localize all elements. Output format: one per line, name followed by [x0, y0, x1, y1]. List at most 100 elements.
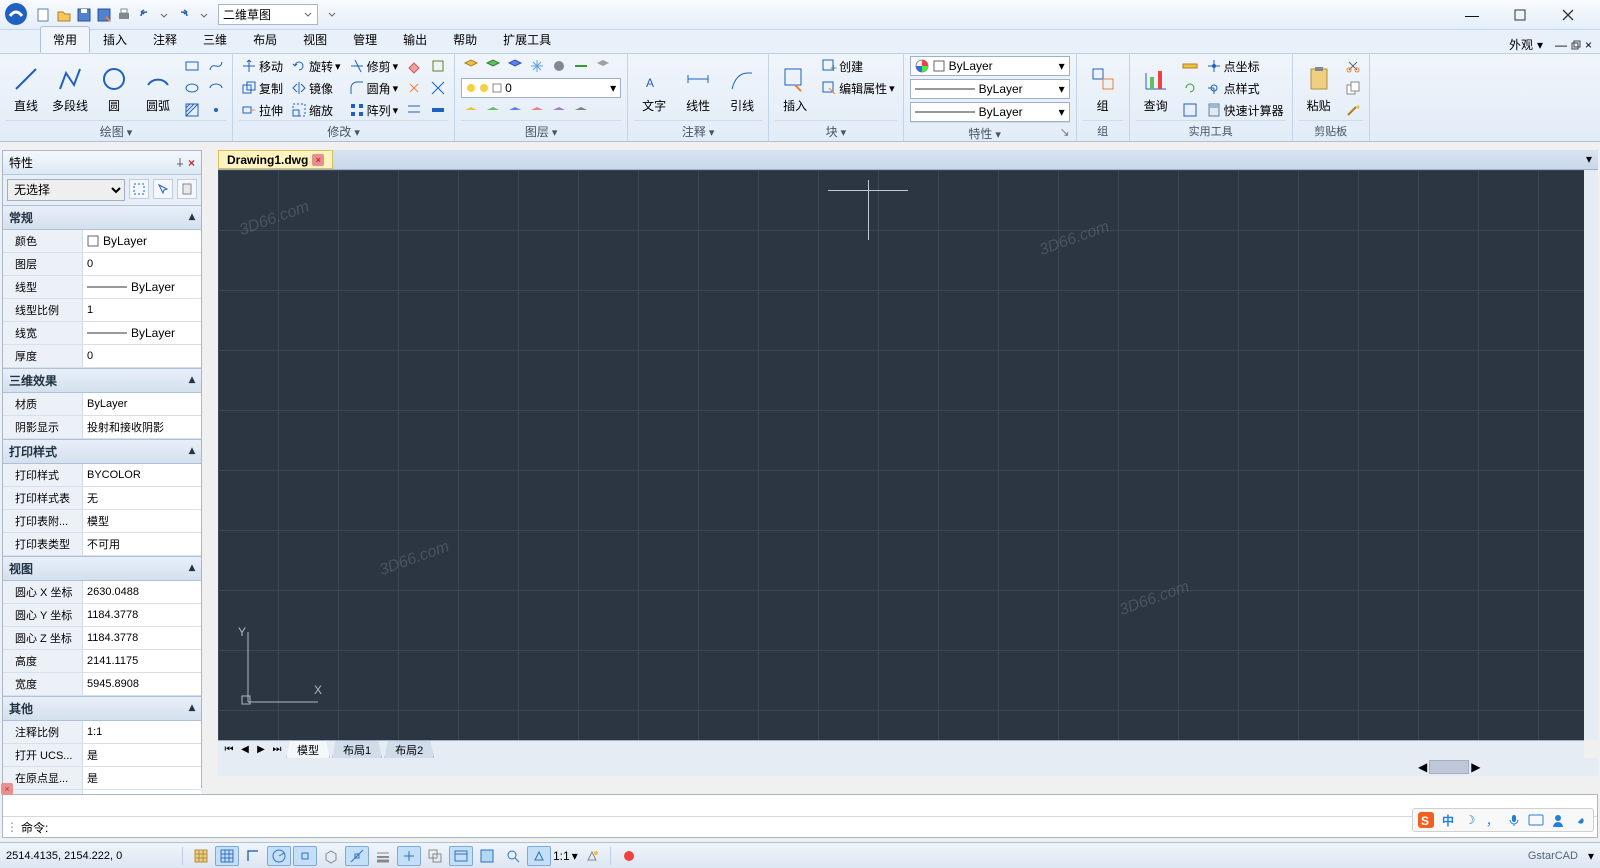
select-objects-icon[interactable]: [153, 179, 173, 199]
mirror-button[interactable]: 镜像: [289, 78, 343, 98]
move-button[interactable]: 移动: [239, 56, 285, 76]
layer-iso-button[interactable]: [505, 56, 525, 76]
tab-layout[interactable]: 布局: [240, 26, 290, 53]
print-icon[interactable]: [115, 6, 133, 24]
drawing-canvas[interactable]: Y X 3D66.com 3D66.com 3D66.com 3D66.com: [218, 170, 1584, 740]
open-icon[interactable]: [55, 6, 73, 24]
section-3d[interactable]: 三维效果▴: [3, 368, 201, 393]
tab-help[interactable]: 帮助: [440, 26, 490, 53]
offset-button[interactable]: [404, 100, 424, 120]
app-icon[interactable]: [4, 2, 30, 28]
arc-button[interactable]: 圆弧: [138, 56, 178, 120]
dynamic-input-icon[interactable]: [397, 846, 421, 866]
section-other[interactable]: 其他▴: [3, 696, 201, 721]
annotation-scale-icon[interactable]: [527, 846, 551, 866]
layout-first-icon[interactable]: ⏮: [222, 743, 236, 757]
pstyle-button[interactable]: 点样式: [1204, 78, 1286, 98]
layer-selector[interactable]: 0 ▾: [461, 78, 621, 98]
qat-more-icon[interactable]: [323, 6, 341, 24]
text-button[interactable]: A文字: [634, 56, 674, 120]
layer-states-button[interactable]: [483, 56, 503, 76]
ime-moon-icon[interactable]: ☽: [1461, 811, 1479, 829]
minimize-button[interactable]: —: [1452, 3, 1492, 27]
document-tab[interactable]: Drawing1.dwg ×: [218, 150, 333, 169]
model-space-icon[interactable]: [475, 846, 499, 866]
line-button[interactable]: 直线: [6, 56, 46, 120]
vertical-scrollbar[interactable]: [1584, 170, 1598, 740]
ime-person-icon[interactable]: [1549, 811, 1567, 829]
new-icon[interactable]: [35, 6, 53, 24]
tab-output[interactable]: 输出: [390, 26, 440, 53]
modify-misc1[interactable]: [428, 56, 448, 76]
group-button[interactable]: 组: [1083, 56, 1123, 120]
pcoord-button[interactable]: 点坐标: [1204, 56, 1286, 76]
ime-keyboard-icon[interactable]: [1527, 811, 1545, 829]
panel-annotation-title[interactable]: 注释 ▾: [634, 120, 762, 142]
tab-extension[interactable]: 扩展工具: [490, 26, 564, 53]
layout-tab-model[interactable]: 模型: [286, 740, 330, 760]
ime-comma-icon[interactable]: ，: [1483, 811, 1501, 829]
layout-next-icon[interactable]: ▶: [254, 743, 268, 757]
layout-tab-1[interactable]: 布局1: [332, 740, 382, 760]
paste-button[interactable]: 粘贴: [1299, 56, 1339, 120]
panel-draw-title[interactable]: 绘图 ▾: [6, 120, 226, 142]
osnap3d-mode-icon[interactable]: [319, 846, 343, 866]
horizontal-scrollbar[interactable]: ◀▶: [218, 758, 1598, 776]
linetype-dropdown[interactable]: ByLayer▾: [910, 79, 1070, 99]
grid-mode-icon[interactable]: [215, 846, 239, 866]
panel-block-title[interactable]: 块 ▾: [775, 120, 897, 142]
ime-mic-icon[interactable]: [1505, 811, 1523, 829]
redo-icon[interactable]: [175, 6, 193, 24]
snap-mode-icon[interactable]: [189, 846, 213, 866]
erase-button[interactable]: [404, 56, 424, 76]
undo-dropdown-icon[interactable]: [155, 6, 173, 24]
panel-modify-title[interactable]: 修改 ▾: [239, 120, 448, 142]
tab-3d[interactable]: 三维: [190, 26, 240, 53]
annotation-visibility-icon[interactable]: [580, 846, 604, 866]
fillet-button[interactable]: 圆角 ▾: [347, 78, 401, 98]
layer-match-button[interactable]: [571, 56, 591, 76]
layer-merge-button[interactable]: [549, 100, 569, 120]
layer-prop-button[interactable]: [461, 56, 481, 76]
spline-button[interactable]: [206, 56, 226, 76]
copy-button[interactable]: 复制: [239, 78, 285, 98]
block-create-button[interactable]: +创建: [819, 56, 897, 76]
polyline-button[interactable]: 多段线: [50, 56, 90, 120]
status-dropdown-icon[interactable]: ▾: [1588, 849, 1594, 863]
section-general[interactable]: 常规▴: [3, 205, 201, 230]
close-button[interactable]: [1548, 3, 1588, 27]
selection-dropdown[interactable]: 无选择: [7, 179, 125, 201]
rectangle-button[interactable]: [182, 56, 202, 76]
ellipsearc-button[interactable]: [206, 78, 226, 98]
utility-misc-button[interactable]: [1180, 100, 1200, 120]
query-button[interactable]: 查询: [1136, 56, 1176, 120]
stretch-button[interactable]: 拉伸: [239, 100, 285, 120]
layer-iso2-button[interactable]: [483, 100, 503, 120]
explode-button[interactable]: [404, 78, 424, 98]
layer-uniso-button[interactable]: [505, 100, 525, 120]
measure-button[interactable]: [1180, 56, 1200, 76]
layout-last-icon[interactable]: ⏭: [270, 743, 284, 757]
undo-icon[interactable]: [135, 6, 153, 24]
doc-tab-close-icon[interactable]: ×: [312, 154, 324, 166]
command-history[interactable]: [3, 795, 1597, 817]
calc-button[interactable]: 快速计算器: [1204, 100, 1286, 120]
annotation-scale-value[interactable]: 1:1: [553, 849, 570, 863]
matchprop-button[interactable]: [1343, 100, 1363, 120]
modify-misc3[interactable]: [428, 100, 448, 120]
mdi-close-icon[interactable]: ×: [1585, 38, 1592, 52]
mdi-restore-icon[interactable]: [1571, 40, 1581, 50]
block-insert-button[interactable]: 插入: [775, 56, 815, 120]
modify-misc2[interactable]: [428, 78, 448, 98]
layer-prev-button[interactable]: [461, 100, 481, 120]
osnap-mode-icon[interactable]: [293, 846, 317, 866]
layer-del-button[interactable]: [571, 100, 591, 120]
layer-more1-button[interactable]: [593, 56, 613, 76]
leader-button[interactable]: 引线: [722, 56, 762, 120]
lineweight-mode-icon[interactable]: [371, 846, 395, 866]
redo-dropdown-icon[interactable]: [195, 6, 213, 24]
color-dropdown[interactable]: ByLayer▾: [910, 56, 1070, 76]
ime-toolbar[interactable]: S 中 ☽ ，: [1412, 808, 1594, 832]
panel-layer-title[interactable]: 图层 ▾: [461, 120, 621, 142]
section-view[interactable]: 视图▴: [3, 556, 201, 581]
